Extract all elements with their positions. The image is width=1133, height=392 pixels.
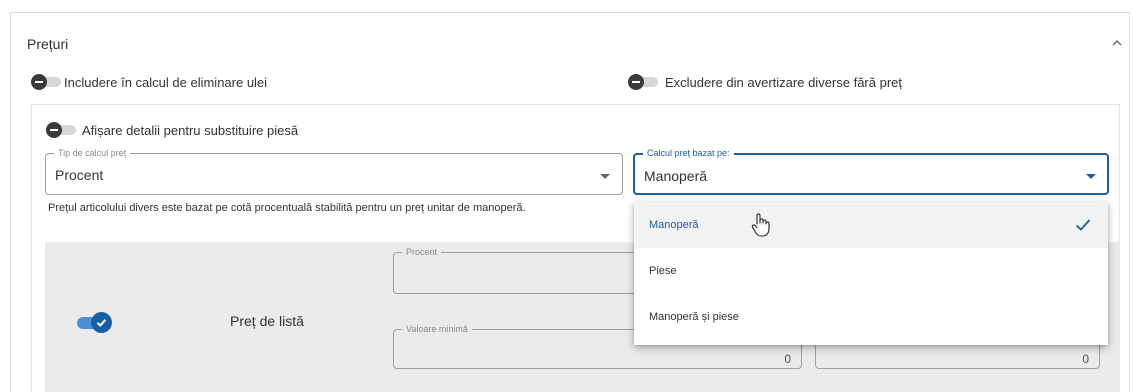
caret-down-icon [1086, 174, 1096, 179]
check-icon [96, 319, 107, 327]
price-basis-select[interactable]: Calcul preț bazat pe: Manoperă [633, 147, 1109, 195]
checkmark-icon [1075, 218, 1091, 237]
exclude-misc-toggle[interactable] [628, 74, 658, 90]
section-title: Prețuri [27, 36, 69, 52]
price-basis-value: Manoperă [644, 168, 708, 184]
exclude-misc-label: Excludere din avertizare diverse fără pr… [665, 75, 903, 90]
menu-item-label: Manoperă [649, 219, 699, 231]
menu-item-label: Piese [649, 265, 677, 277]
include-oil-label: Includere în calcul de eliminare ulei [64, 75, 268, 90]
toggle-knob [46, 122, 62, 138]
menu-item-label: Manoperă și piese [649, 311, 739, 323]
menu-item-piese[interactable]: Piese [634, 248, 1108, 294]
helper-text: Prețul articolului divers este bazat pe … [48, 202, 526, 214]
show-details-toggle[interactable] [46, 122, 76, 138]
percent-legend: Procent [402, 246, 442, 258]
toggle-knob [628, 74, 644, 90]
show-details-label: Afișare detalii pentru substituire piesă [82, 123, 299, 138]
hand-pointer-icon [750, 212, 772, 243]
calc-type-legend: Tip de calcul preț [54, 147, 131, 159]
min-value-legend: Valoare minimă [402, 323, 472, 335]
list-price-toggle[interactable] [77, 312, 113, 333]
caret-down-icon [600, 174, 610, 179]
chevron-up-icon[interactable] [1110, 36, 1124, 50]
calc-type-value: Procent [55, 167, 104, 183]
list-price-label: Preț de listă [230, 313, 304, 329]
include-oil-toggle[interactable] [31, 74, 61, 90]
min-value-number: 0 [784, 352, 791, 366]
price-basis-legend: Calcul preț bazat pe: [643, 147, 734, 159]
price-basis-menu: Manoperă Piese Manoperă și piese [634, 202, 1108, 345]
menu-item-manopera-si-piese[interactable]: Manoperă și piese [634, 294, 1108, 340]
secondary-value-number: 0 [1082, 352, 1089, 366]
menu-item-manopera[interactable]: Manoperă [634, 202, 1108, 248]
calc-type-select[interactable]: Tip de calcul preț Procent [45, 147, 623, 195]
toggle-knob [31, 74, 47, 90]
toggle-knob [91, 312, 112, 333]
